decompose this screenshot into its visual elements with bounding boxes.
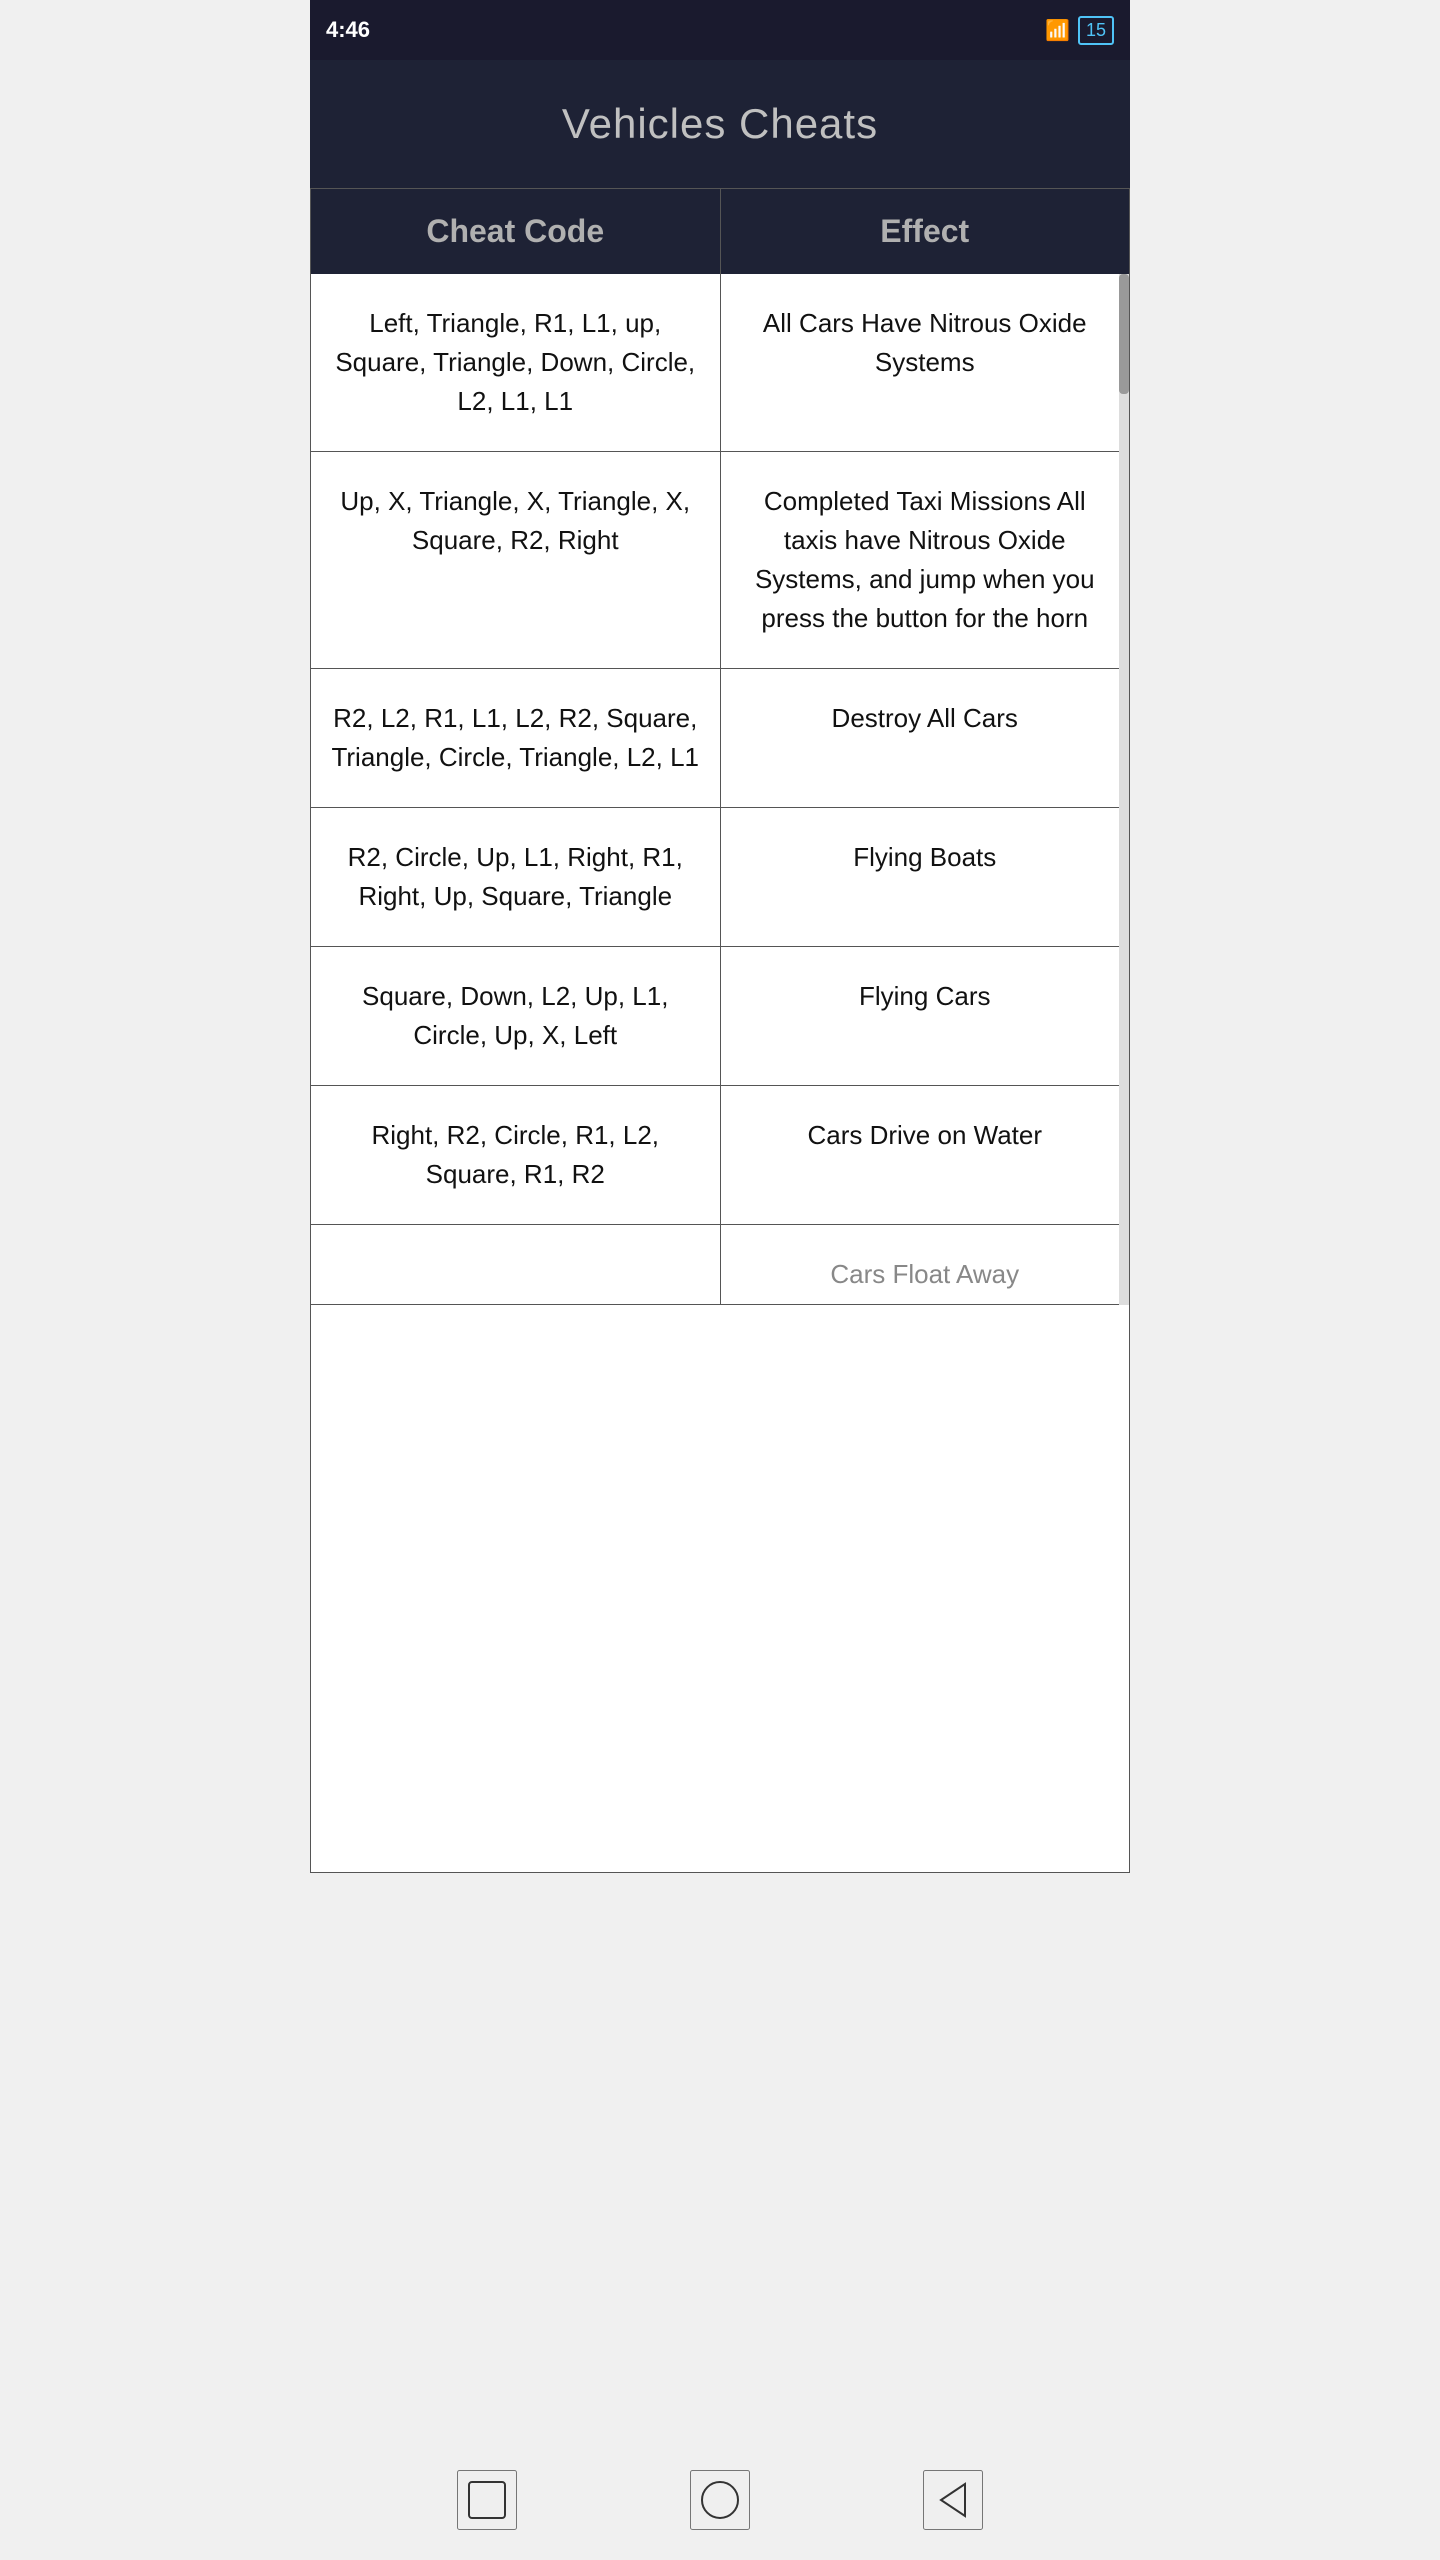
status-time: 4:46	[326, 17, 370, 43]
effect-cell: Completed Taxi Missions All taxis have N…	[721, 452, 1130, 668]
table-row: Left, Triangle, R1, L1, up, Square, Tria…	[311, 274, 1129, 452]
table-row: R2, L2, R1, L1, L2, R2, Square, Triangle…	[311, 669, 1129, 808]
cheat-code-cell: R2, Circle, Up, L1, Right, R1, Right, Up…	[311, 808, 721, 946]
navigation-bar	[310, 2440, 1130, 2560]
recents-button[interactable]	[457, 2470, 517, 2530]
cheat-code-cell: Up, X, Triangle, X, Triangle, X, Square,…	[311, 452, 721, 668]
cheat-code-cell	[311, 1225, 721, 1304]
home-icon	[698, 2478, 742, 2522]
battery-indicator: 15	[1078, 16, 1114, 45]
recents-icon	[465, 2478, 509, 2522]
page-title-container: Vehicles Cheats	[310, 60, 1130, 188]
effect-cell: Cars Drive on Water	[721, 1086, 1130, 1224]
table-row: Cars Float Away	[311, 1225, 1129, 1305]
spacer	[310, 1873, 1130, 2440]
effect-cell: All Cars Have Nitrous Oxide Systems	[721, 274, 1130, 451]
cheat-code-cell: R2, L2, R1, L1, L2, R2, Square, Triangle…	[311, 669, 721, 807]
page-title: Vehicles Cheats	[330, 100, 1110, 148]
table-body: Left, Triangle, R1, L1, up, Square, Tria…	[311, 274, 1129, 1305]
effect-cell: Flying Cars	[721, 947, 1130, 1085]
back-icon	[931, 2478, 975, 2522]
signal-icon: 📶	[1045, 18, 1070, 43]
effect-cell: Cars Float Away	[721, 1225, 1130, 1304]
cheat-code-cell: Square, Down, L2, Up, L1, Circle, Up, X,…	[311, 947, 721, 1085]
table-row: R2, Circle, Up, L1, Right, R1, Right, Up…	[311, 808, 1129, 947]
effect-cell: Destroy All Cars	[721, 669, 1130, 807]
header-cheat-code: Cheat Code	[311, 189, 721, 274]
table-header: Cheat Code Effect	[311, 189, 1129, 274]
effect-cell: Flying Boats	[721, 808, 1130, 946]
cheat-code-cell: Right, R2, Circle, R1, L2, Square, R1, R…	[311, 1086, 721, 1224]
cheat-code-cell: Left, Triangle, R1, L1, up, Square, Tria…	[311, 274, 721, 451]
status-right: 📶 15	[1045, 16, 1114, 45]
home-button[interactable]	[690, 2470, 750, 2530]
cheats-table: Cheat Code Effect Left, Triangle, R1, L1…	[310, 188, 1130, 1873]
header-effect: Effect	[721, 189, 1130, 274]
back-button[interactable]	[923, 2470, 983, 2530]
table-row: Square, Down, L2, Up, L1, Circle, Up, X,…	[311, 947, 1129, 1086]
table-row: Up, X, Triangle, X, Triangle, X, Square,…	[311, 452, 1129, 669]
table-row: Right, R2, Circle, R1, L2, Square, R1, R…	[311, 1086, 1129, 1225]
status-bar: 4:46 📶 15	[310, 0, 1130, 60]
